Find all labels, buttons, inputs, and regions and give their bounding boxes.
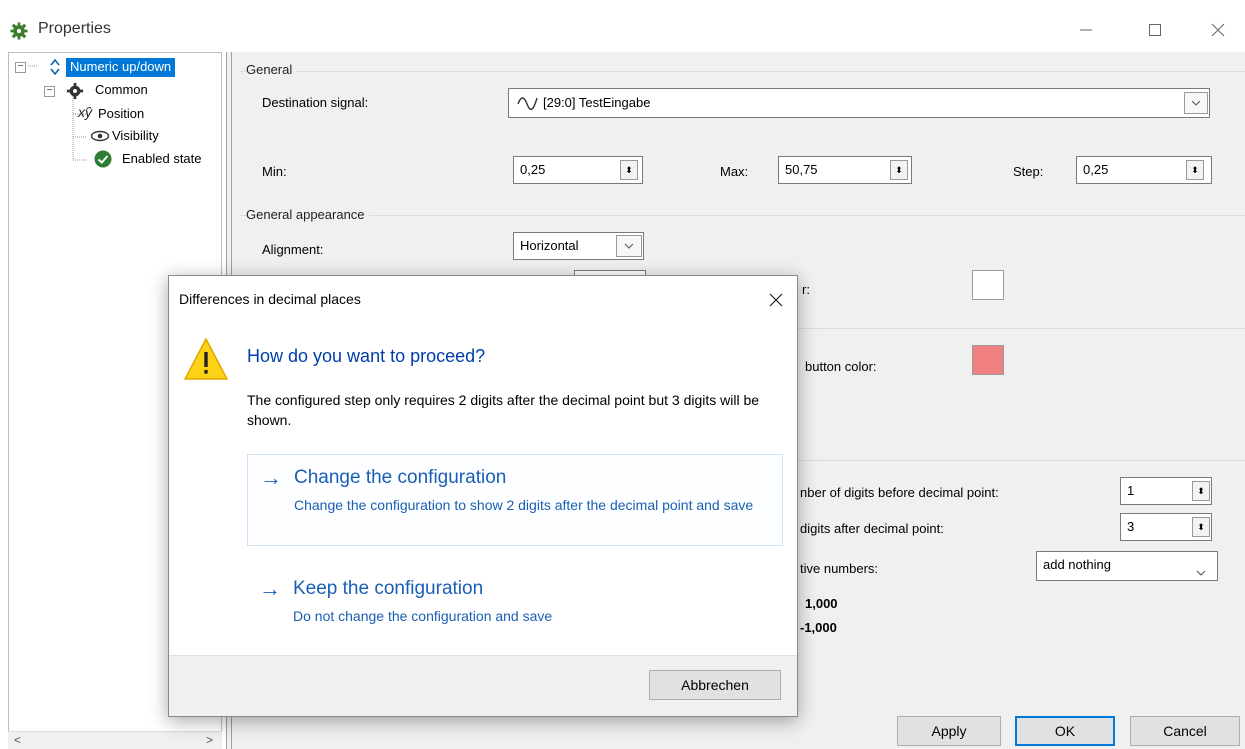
group-title-general: General bbox=[246, 62, 297, 77]
digits-before-label: nber of digits before decimal point: bbox=[800, 485, 999, 500]
xy-position-icon: x͘ŷ bbox=[78, 104, 92, 120]
min-spinner[interactable]: ⬍ bbox=[620, 160, 638, 180]
negative-numbers-combo[interactable]: add nothing bbox=[1036, 551, 1218, 581]
option1-description: Change the configuration to show 2 digit… bbox=[294, 497, 754, 513]
ok-button[interactable]: OK bbox=[1015, 716, 1115, 746]
horizontal-scrollbar[interactable] bbox=[8, 731, 222, 749]
signal-wave-icon bbox=[517, 97, 538, 111]
warning-icon bbox=[183, 337, 229, 380]
digits-after-label: digits after decimal point: bbox=[800, 521, 944, 536]
tree-collapse-toggle[interactable]: − bbox=[15, 62, 26, 73]
max-spinner[interactable]: ⬍ bbox=[890, 160, 908, 180]
minimize-button[interactable] bbox=[1064, 12, 1108, 48]
tree-item-position[interactable]: Position bbox=[98, 106, 144, 121]
preview-positive: 1,000 bbox=[805, 596, 838, 611]
option1-title: Change the configuration bbox=[294, 467, 507, 488]
eye-icon bbox=[90, 130, 110, 142]
color-swatch[interactable] bbox=[972, 270, 1004, 300]
title-bar bbox=[0, 0, 1245, 52]
cancel-button[interactable]: Cancel bbox=[1130, 716, 1240, 746]
tree-collapse-toggle-common[interactable]: − bbox=[44, 86, 55, 97]
button-color-swatch[interactable] bbox=[972, 345, 1004, 375]
tree-item-common[interactable]: Common bbox=[95, 82, 148, 97]
option2-title: Keep the configuration bbox=[293, 578, 484, 599]
alignment-label: Alignment: bbox=[262, 242, 324, 257]
group-divider bbox=[240, 71, 1245, 72]
chevron-down-icon[interactable] bbox=[1196, 563, 1206, 579]
destination-signal-value: [29:0] TestEingabe bbox=[543, 95, 651, 110]
group-divider bbox=[240, 215, 1245, 216]
maximize-icon bbox=[1149, 24, 1161, 36]
scroll-right-icon[interactable]: > bbox=[206, 733, 213, 747]
arrow-right-icon: → bbox=[259, 576, 281, 601]
chevron-down-icon[interactable] bbox=[1184, 92, 1208, 114]
apply-button[interactable]: Apply bbox=[897, 716, 1001, 746]
digits-before-spinner[interactable]: ⬍ bbox=[1192, 481, 1210, 501]
step-spinner[interactable]: ⬍ bbox=[1186, 160, 1204, 180]
step-label: Step: bbox=[1013, 164, 1044, 179]
tree-item-numeric-updown[interactable]: Numeric up/down bbox=[66, 58, 176, 77]
updown-icon bbox=[50, 58, 60, 76]
button-color-label: button color: bbox=[805, 359, 877, 374]
gear-icon bbox=[10, 22, 28, 40]
decimal-places-dialog: Differences in decimal places How do you… bbox=[168, 275, 798, 717]
arrow-right-icon: → bbox=[260, 465, 282, 490]
color-label: r: bbox=[802, 282, 810, 297]
option2-description: Do not change the configuration and save bbox=[293, 608, 553, 624]
check-circle-icon bbox=[94, 150, 112, 168]
group-title-appearance: General appearance bbox=[246, 207, 369, 222]
preview-negative: -1,000 bbox=[800, 620, 837, 635]
chevron-down-icon[interactable] bbox=[616, 235, 642, 257]
negative-numbers-label: tive numbers: bbox=[800, 561, 879, 576]
destination-signal-label: Destination signal: bbox=[262, 95, 369, 110]
digits-after-spinner[interactable]: ⬍ bbox=[1192, 517, 1210, 537]
close-button[interactable] bbox=[1196, 12, 1240, 48]
abbrechen-button[interactable]: Abbrechen bbox=[649, 670, 781, 700]
dialog-message: The configured step only requires 2 digi… bbox=[247, 392, 760, 428]
change-configuration-option[interactable]: → Change the configuration Change the co… bbox=[247, 454, 783, 546]
dialog-footer: Abbrechen bbox=[169, 655, 797, 716]
scroll-left-icon[interactable]: < bbox=[14, 733, 21, 747]
minimize-icon bbox=[1080, 29, 1092, 31]
tree-item-visibility[interactable]: Visibility bbox=[112, 128, 159, 143]
tree-connector-icon bbox=[28, 65, 38, 67]
tree-item-enabled-state[interactable]: Enabled state bbox=[122, 151, 202, 166]
close-icon bbox=[769, 293, 783, 307]
min-label: Min: bbox=[262, 164, 287, 179]
dialog-heading: How do you want to proceed? bbox=[247, 346, 486, 366]
maximize-button[interactable] bbox=[1133, 12, 1177, 48]
keep-configuration-option[interactable]: → Keep the configuration Do not change t… bbox=[247, 566, 783, 636]
close-icon bbox=[1211, 23, 1225, 37]
dialog-title: Differences in decimal places bbox=[179, 291, 361, 307]
max-label: Max: bbox=[720, 164, 749, 179]
dialog-close-button[interactable] bbox=[763, 288, 789, 312]
window-title: Properties bbox=[38, 20, 111, 37]
